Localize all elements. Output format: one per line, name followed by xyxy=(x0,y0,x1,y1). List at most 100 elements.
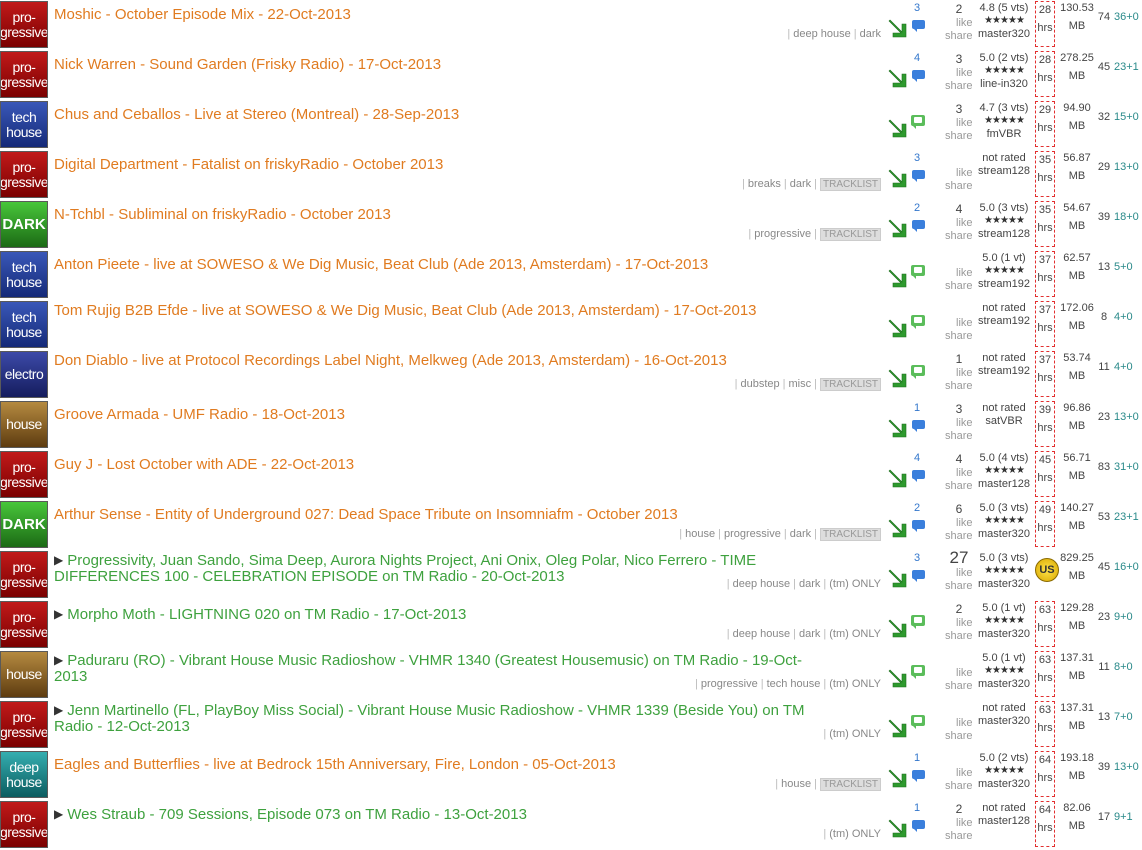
download-arrow-icon[interactable] xyxy=(886,367,908,389)
share-link[interactable]: share xyxy=(945,480,973,492)
star-rating[interactable]: ★★★★★ xyxy=(984,15,1025,26)
artist-link[interactable]: Morpho Moth xyxy=(67,606,155,623)
mix-link[interactable]: - live at SOWESO & We Dig Music, Beat Cl… xyxy=(188,302,756,319)
star-rating[interactable]: ★★★★★ xyxy=(984,515,1025,526)
genre-badge[interactable]: house xyxy=(0,401,48,448)
genre-badge[interactable]: pro- gressive xyxy=(0,701,48,748)
share-link[interactable]: share xyxy=(945,80,973,92)
comment-bubble-icon[interactable] xyxy=(911,665,925,679)
like-link[interactable]: like xyxy=(956,767,973,779)
artist-link[interactable]: Chus and Ceballos xyxy=(54,106,181,123)
genre-badge[interactable]: pro- gressive xyxy=(0,451,48,498)
share-link[interactable]: share xyxy=(945,230,973,242)
tracklist-badge[interactable]: TRACKLIST xyxy=(819,178,881,191)
comment-bubble-icon[interactable] xyxy=(911,715,925,729)
artist-link[interactable]: Paduraru (RO) xyxy=(67,652,165,669)
download-arrow-icon[interactable] xyxy=(886,417,908,439)
download-arrow-icon[interactable] xyxy=(886,667,908,689)
star-rating[interactable]: ★★★★★ xyxy=(984,665,1025,676)
genre-tag[interactable]: dark xyxy=(860,28,881,40)
genre-tag[interactable]: deep house xyxy=(733,578,791,590)
star-rating[interactable]: ★★★★★ xyxy=(984,465,1025,476)
comment-bubble-icon[interactable] xyxy=(911,615,925,629)
comment-count[interactable]: 1 xyxy=(914,402,920,414)
artist-link[interactable]: Digital Department xyxy=(54,156,178,173)
share-link[interactable]: share xyxy=(945,130,973,142)
mix-link[interactable]: - live at Bedrock 15th Anniversary, Fire… xyxy=(200,756,616,773)
share-link[interactable]: share xyxy=(945,280,973,292)
genre-tag[interactable]: progressive xyxy=(701,678,758,690)
download-arrow-icon[interactable] xyxy=(886,767,908,789)
star-rating[interactable]: ★★★★★ xyxy=(984,65,1025,76)
star-rating[interactable]: ★★★★★ xyxy=(984,615,1025,626)
mix-link[interactable]: - October Episode Mix - 22-Oct-2013 xyxy=(102,6,351,23)
like-link[interactable]: like xyxy=(956,267,973,279)
genre-badge[interactable]: pro- gressive xyxy=(0,801,48,848)
star-rating[interactable]: ★★★★★ xyxy=(984,765,1025,776)
like-link[interactable]: like xyxy=(956,517,973,529)
comment-bubble-icon[interactable] xyxy=(912,220,925,232)
share-link[interactable]: share xyxy=(945,830,973,842)
comment-bubble-icon[interactable] xyxy=(911,365,925,379)
genre-tag[interactable]: dubstep xyxy=(741,378,780,390)
genre-tag[interactable]: dark xyxy=(790,178,811,190)
artist-link[interactable]: Groove Armada xyxy=(54,406,159,423)
expand-triangle-icon[interactable]: ▶ xyxy=(54,806,63,822)
share-link[interactable]: share xyxy=(945,630,973,642)
download-arrow-icon[interactable] xyxy=(886,67,908,89)
mix-link[interactable]: - Fatalist on friskyRadio - October 2013 xyxy=(178,156,443,173)
comment-bubble-icon[interactable] xyxy=(912,770,925,782)
artist-link[interactable]: Wes Straub xyxy=(67,806,145,823)
genre-badge[interactable]: pro- gressive xyxy=(0,151,48,198)
comment-bubble-icon[interactable] xyxy=(912,420,925,432)
like-link[interactable]: like xyxy=(956,217,973,229)
comment-bubble-icon[interactable] xyxy=(912,70,925,82)
genre-badge[interactable]: deep house xyxy=(0,751,48,798)
genre-tag[interactable]: house xyxy=(685,528,715,540)
comment-count[interactable]: 2 xyxy=(914,502,920,514)
genre-badge[interactable]: DARK xyxy=(0,501,48,548)
comment-count[interactable]: 3 xyxy=(914,152,920,164)
star-rating[interactable]: ★★★★★ xyxy=(984,265,1025,276)
genre-badge[interactable]: pro- gressive xyxy=(0,1,48,48)
download-arrow-icon[interactable] xyxy=(886,167,908,189)
artist-link[interactable]: Jenn Martinello (FL, PlayBoy Miss Social… xyxy=(67,702,344,719)
tracklist-badge[interactable]: TRACKLIST xyxy=(819,778,881,791)
genre-tag[interactable]: deep house xyxy=(793,28,851,40)
genre-tag[interactable]: progressive xyxy=(724,528,781,540)
expand-triangle-icon[interactable]: ▶ xyxy=(54,606,63,622)
comment-bubble-icon[interactable] xyxy=(912,570,925,582)
share-link[interactable]: share xyxy=(945,180,973,192)
comment-count[interactable]: 3 xyxy=(914,552,920,564)
download-arrow-icon[interactable] xyxy=(886,267,908,289)
share-link[interactable]: share xyxy=(945,30,973,42)
comment-bubble-icon[interactable] xyxy=(912,820,925,832)
genre-badge[interactable]: pro- gressive xyxy=(0,551,48,598)
share-link[interactable]: share xyxy=(945,580,973,592)
download-arrow-icon[interactable] xyxy=(886,817,908,839)
mix-link[interactable]: - 709 Sessions, Episode 073 on TM Radio … xyxy=(145,806,526,823)
genre-badge[interactable]: tech house xyxy=(0,251,48,298)
mix-link[interactable]: - UMF Radio - 18-Oct-2013 xyxy=(159,406,345,423)
comment-bubble-icon[interactable] xyxy=(911,265,925,279)
like-link[interactable]: like xyxy=(956,317,973,329)
comment-count[interactable]: 1 xyxy=(914,752,920,764)
genre-badge[interactable]: DARK xyxy=(0,201,48,248)
comment-count[interactable]: 2 xyxy=(914,202,920,214)
mix-link[interactable]: - LIGHTNING 020 on TM Radio - 17-Oct-201… xyxy=(156,606,467,623)
mix-link[interactable]: - Vibrant House Music Radioshow - VHMR 1… xyxy=(54,652,802,685)
like-link[interactable]: like xyxy=(956,817,973,829)
like-link[interactable]: like xyxy=(956,17,973,29)
artist-link[interactable]: Tom Rujig B2B Efde xyxy=(54,302,188,319)
mix-link[interactable]: - Sound Garden (Frisky Radio) - 17-Oct-2… xyxy=(136,56,441,73)
download-arrow-icon[interactable] xyxy=(886,317,908,339)
like-link[interactable]: like xyxy=(956,417,973,429)
artist-link[interactable]: N-Tchbl xyxy=(54,206,105,223)
tracklist-badge[interactable]: TRACKLIST xyxy=(819,378,881,391)
genre-tag[interactable]: house xyxy=(781,778,811,790)
genre-badge[interactable]: electro xyxy=(0,351,48,398)
download-arrow-icon[interactable] xyxy=(886,517,908,539)
like-link[interactable]: like xyxy=(956,117,973,129)
artist-link[interactable]: Nick Warren xyxy=(54,56,136,73)
artist-link[interactable]: Progressivity, Juan Sando, Sima Deep, Au… xyxy=(67,552,707,569)
